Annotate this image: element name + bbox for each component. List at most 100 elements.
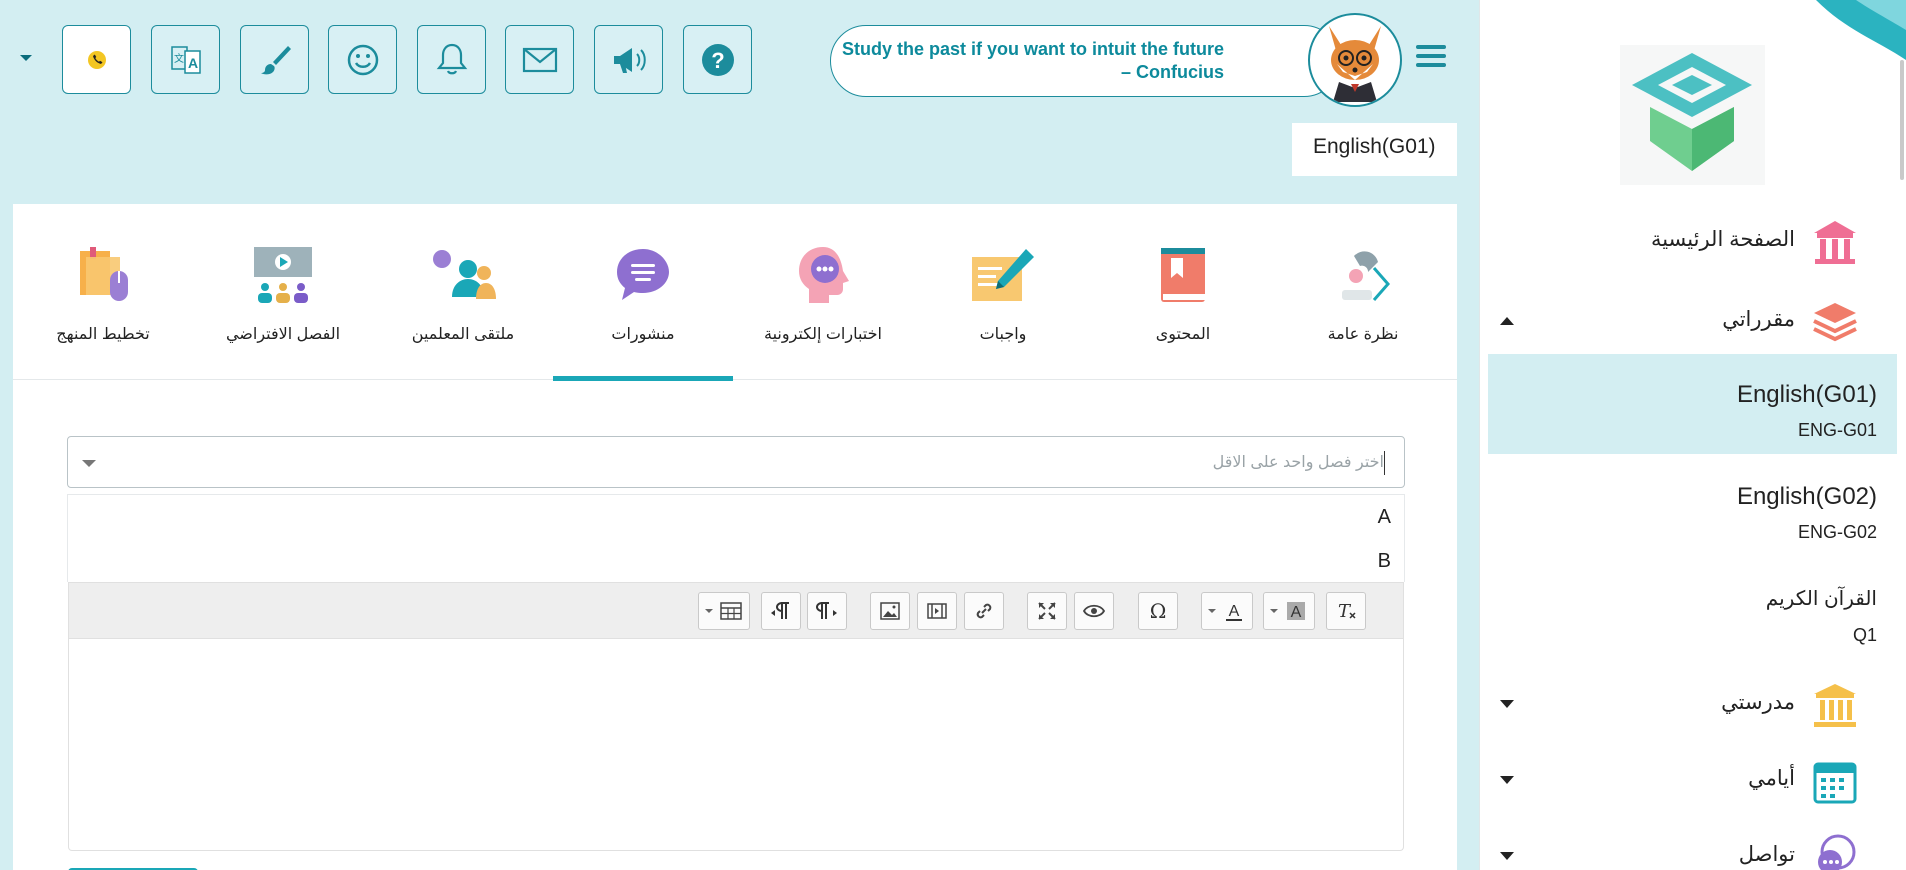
svg-text:A: A: [1291, 604, 1302, 621]
theme-button[interactable]: [240, 25, 309, 94]
text-cursor: [1383, 451, 1385, 475]
megaphone-icon: [613, 47, 646, 73]
tab-online-quizzes[interactable]: اختبارات إلكترونية: [733, 204, 913, 380]
virtual-class-icon: [248, 240, 318, 310]
fullscreen-icon: [1038, 602, 1056, 620]
fox-avatar-icon: [1329, 26, 1381, 102]
chevron-down-icon[interactable]: [20, 55, 32, 61]
translate-button[interactable]: A文: [151, 25, 220, 94]
preview-button[interactable]: [1074, 592, 1114, 630]
clear-format-button[interactable]: T: [1326, 592, 1366, 630]
class-option[interactable]: B: [1378, 550, 1391, 573]
link-button[interactable]: [964, 592, 1004, 630]
tab-content[interactable]: المحتوى: [1093, 204, 1273, 380]
school-logo-icon: [1620, 45, 1765, 185]
paragraph-ltr-button[interactable]: [807, 592, 847, 630]
avatar[interactable]: [1308, 13, 1402, 107]
course-panel: تخطيط المنهج الفصل الافتراضي ملتقى المعل…: [13, 204, 1457, 870]
tab-homework[interactable]: واجبات: [913, 204, 1093, 380]
tab-label: تخطيط المنهج: [56, 326, 150, 343]
sidebar-item-my-courses[interactable]: مقرراتي: [1480, 287, 1890, 357]
sidebar-item-label: أيامي: [1748, 767, 1795, 790]
highlight-color-button[interactable]: A: [1263, 592, 1315, 630]
sidebar-item-label: مقرراتي: [1722, 308, 1795, 331]
sidebar-item-home[interactable]: الصفحة الرئيسية: [1480, 207, 1890, 277]
tab-label: منشورات: [611, 326, 675, 343]
course-name: القرآن الكريم: [1765, 588, 1877, 610]
curriculum-icon: [68, 240, 138, 310]
table-icon: [720, 602, 742, 620]
home-icon: [1810, 217, 1860, 267]
svg-text:文: 文: [174, 52, 184, 65]
tab-virtual-class[interactable]: الفصل الافتراضي: [193, 204, 373, 380]
smiley-icon: [347, 44, 378, 75]
phone-button[interactable]: [62, 25, 131, 94]
help-button[interactable]: ?: [683, 25, 752, 94]
tab-overview[interactable]: نظرة عامة: [1273, 204, 1453, 380]
class-option[interactable]: A: [1378, 506, 1391, 529]
sidebar-item-my-days[interactable]: أيامي: [1480, 746, 1890, 816]
video-icon: [927, 603, 947, 619]
notifications-button[interactable]: [417, 25, 486, 94]
svg-text:T: T: [1338, 601, 1352, 622]
announcements-button[interactable]: [594, 25, 663, 94]
svg-text:A: A: [1229, 603, 1240, 620]
chevron-down-icon: [1500, 700, 1514, 708]
paint-brush-icon: [260, 45, 291, 74]
current-course-label: English(G01): [1292, 123, 1457, 176]
image-button[interactable]: [870, 592, 910, 630]
corner-ribbon-icon: [1816, 0, 1906, 60]
scrollbar[interactable]: [1900, 60, 1904, 180]
sidebar-item-label: تواصل: [1738, 843, 1795, 866]
book-icon: [1148, 240, 1218, 310]
svg-text:A: A: [188, 55, 198, 71]
table-button[interactable]: [698, 592, 750, 630]
sidebar-item-label: الصفحة الرئيسية: [1650, 228, 1795, 251]
tab-teachers-forum[interactable]: ملتقى المعلمين: [373, 204, 553, 380]
quote-banner: Study the past if you want to intuit the…: [830, 25, 1340, 97]
course-item-quran[interactable]: القرآن الكريم Q1: [1488, 559, 1897, 659]
tab-label: نظرة عامة: [1327, 326, 1399, 343]
video-button[interactable]: [917, 592, 957, 630]
stack-icon: [1810, 297, 1860, 347]
paragraph-rtl-icon: [771, 602, 789, 619]
sidebar-item-label: مدرستي: [1721, 691, 1795, 714]
sidebar-item-communication[interactable]: تواصل: [1480, 822, 1890, 870]
sidebar: الصفحة الرئيسية مقرراتي English(G01) ENG…: [1479, 0, 1906, 870]
course-item-english-g01[interactable]: English(G01) ENG-G01: [1488, 354, 1897, 454]
class-select-placeholder: اختر فصل واحد على الاقل: [1212, 454, 1384, 471]
tab-label: المحتوى: [1155, 326, 1211, 343]
messages-button[interactable]: [505, 25, 574, 94]
quote-text: Study the past if you want to intuit the…: [842, 39, 1224, 82]
overview-icon: [1328, 240, 1398, 310]
course-code: ENG-G02: [1797, 522, 1877, 542]
omega-icon: Ω: [1150, 599, 1167, 623]
tab-label: واجبات: [979, 326, 1027, 343]
tab-posts[interactable]: منشورات: [553, 204, 733, 381]
class-select[interactable]: اختر فصل واحد على الاقل: [67, 436, 1405, 488]
text-color-icon: A: [1226, 603, 1242, 621]
help-icon: ?: [701, 43, 734, 76]
posts-icon: [608, 240, 678, 310]
sidebar-item-my-school[interactable]: مدرستي: [1480, 670, 1890, 740]
paragraph-rtl-button[interactable]: [761, 592, 801, 630]
tab-curriculum[interactable]: تخطيط المنهج: [13, 204, 193, 380]
chevron-up-icon: [1500, 317, 1514, 325]
course-code: Q1: [1852, 625, 1877, 645]
editor-toolbar: Ω A A T: [68, 582, 1404, 639]
calendar-icon: [1810, 756, 1860, 806]
fullscreen-button[interactable]: [1027, 592, 1067, 630]
menu-toggle-icon[interactable]: [1416, 45, 1446, 71]
course-name: English(G02): [1736, 483, 1877, 510]
svg-text:Ω: Ω: [1150, 599, 1167, 623]
chat-icon: [1810, 832, 1860, 870]
tab-label: اختبارات إلكترونية: [764, 326, 882, 343]
special-char-button[interactable]: Ω: [1138, 592, 1178, 630]
post-editor[interactable]: [68, 639, 1404, 851]
text-color-button[interactable]: A: [1201, 592, 1253, 630]
course-item-english-g02[interactable]: English(G02) ENG-G02: [1488, 456, 1897, 556]
mood-button[interactable]: [328, 25, 397, 94]
svg-text:?: ?: [711, 48, 724, 73]
translate-icon: A文: [170, 45, 201, 74]
chevron-down-icon: [1500, 852, 1514, 860]
